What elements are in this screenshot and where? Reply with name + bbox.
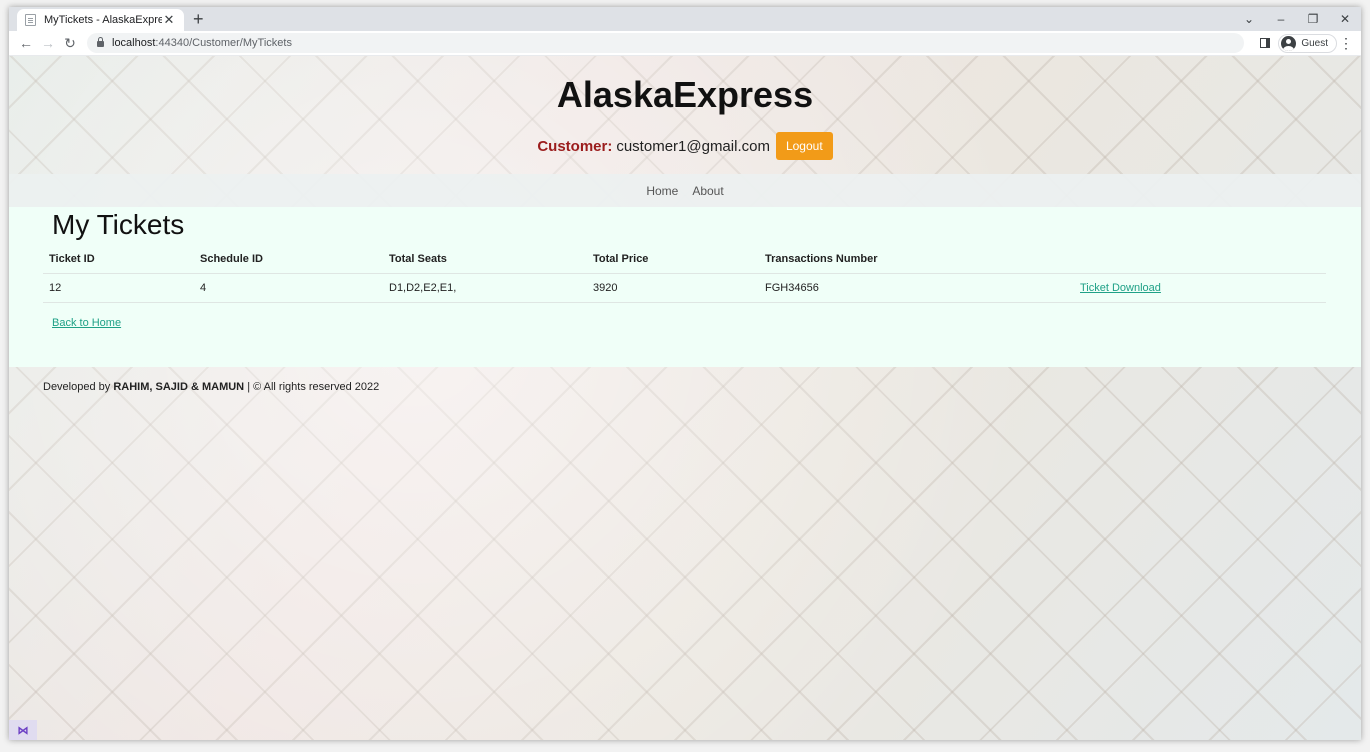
back-to-home-link[interactable]: Back to Home <box>52 317 121 329</box>
ticket-download-link[interactable]: Ticket Download <box>1080 282 1161 294</box>
visual-studio-icon: ⋈ <box>17 724 29 737</box>
column-header-transactions-number: Transactions Number <box>759 253 1074 274</box>
nav-about-link[interactable]: About <box>692 184 723 198</box>
table-header-row: Ticket ID Schedule ID Total Seats Total … <box>43 253 1326 274</box>
browser-tab[interactable]: MyTickets - AlaskaExpress ✕ <box>17 9 184 31</box>
reload-button[interactable]: ↻ <box>59 35 81 52</box>
page-title: My Tickets <box>52 209 185 240</box>
cell-ticket-id: 12 <box>43 273 194 303</box>
url-host: localhost <box>112 37 156 49</box>
logout-button[interactable]: Logout <box>775 132 833 160</box>
cell-total-seats: D1,D2,E2,E1, <box>383 273 587 303</box>
customer-label: Customer: <box>537 137 613 155</box>
browser-toolbar: ← → ↻ localhost:44340/Customer/MyTickets… <box>9 31 1361 56</box>
profile-button[interactable]: Guest <box>1278 33 1337 53</box>
column-header-total-seats: Total Seats <box>383 253 587 274</box>
url-path: :44340/Customer/MyTickets <box>155 37 292 49</box>
page-viewport: AlaskaExpress Customer: customer1@gmail.… <box>9 56 1361 740</box>
site-nav: Home About <box>9 174 1361 207</box>
cell-transaction-number: FGH34656 <box>759 273 1074 303</box>
tickets-table: Ticket ID Schedule ID Total Seats Total … <box>43 253 1326 303</box>
close-window-button[interactable]: ✕ <box>1329 12 1361 26</box>
nav-home-link[interactable]: Home <box>646 184 678 198</box>
table-row: 12 4 D1,D2,E2,E1, 3920 FGH34656 Ticket D… <box>43 273 1326 303</box>
profile-label: Guest <box>1301 37 1328 49</box>
minimize-button[interactable]: – <box>1265 12 1297 26</box>
user-info: Customer: customer1@gmail.com Logout <box>9 132 1361 160</box>
tab-close-icon[interactable]: ✕ <box>162 12 176 28</box>
tab-search-icon[interactable]: ⌄ <box>1233 12 1265 26</box>
column-header-schedule-id: Schedule ID <box>194 253 383 274</box>
column-header-action <box>1074 253 1326 274</box>
tab-title: MyTickets - AlaskaExpress <box>44 14 162 26</box>
cell-total-price: 3920 <box>587 273 759 303</box>
page-favicon-icon <box>25 14 36 26</box>
address-bar[interactable]: localhost:44340/Customer/MyTickets <box>87 33 1245 53</box>
column-header-ticket-id: Ticket ID <box>43 253 194 274</box>
avatar-icon <box>1281 35 1297 51</box>
cell-schedule-id: 4 <box>194 273 383 303</box>
tab-strip: MyTickets - AlaskaExpress ✕ + ⌄ – ❐ ✕ <box>9 7 1361 31</box>
site-title: AlaskaExpress <box>556 74 814 115</box>
footer-prefix: Developed by <box>43 381 111 393</box>
site-footer: Developed by RAHIM, SAJID & MAMUN | © Al… <box>9 367 1361 407</box>
side-panel-icon[interactable] <box>1260 38 1271 48</box>
browser-link-badge[interactable]: ⋈ <box>9 720 37 740</box>
footer-authors: RAHIM, SAJID & MAMUN <box>113 381 245 393</box>
site-header: AlaskaExpress Customer: customer1@gmail.… <box>9 56 1361 174</box>
lock-icon[interactable] <box>97 37 104 47</box>
restore-button[interactable]: ❐ <box>1297 12 1329 26</box>
column-header-total-price: Total Price <box>587 253 759 274</box>
browser-menu-icon[interactable]: ⋮ <box>1337 35 1355 52</box>
footer-copyright: | © All rights reserved 2022 <box>247 381 380 393</box>
new-tab-button[interactable]: + <box>193 9 204 29</box>
cell-action: Ticket Download <box>1074 273 1326 303</box>
back-button[interactable]: ← <box>15 35 37 51</box>
main-content: My Tickets Ticket ID Schedule ID Total S… <box>9 207 1361 367</box>
window-controls: ⌄ – ❐ ✕ <box>1233 7 1361 31</box>
customer-email: customer1@gmail.com <box>616 137 770 155</box>
forward-button[interactable]: → <box>37 35 59 51</box>
browser-window: MyTickets - AlaskaExpress ✕ + ⌄ – ❐ ✕ ← … <box>9 7 1361 740</box>
